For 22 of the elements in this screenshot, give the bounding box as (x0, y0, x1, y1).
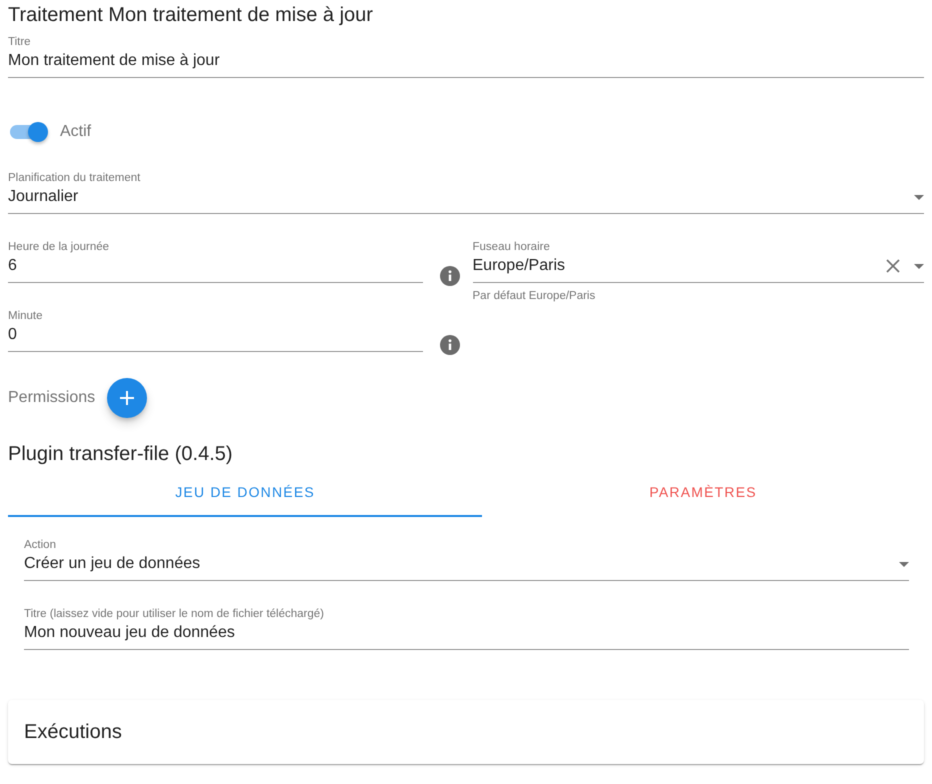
text-field[interactable]: Titre Mon traitement de mise à jour (8, 35, 924, 78)
tab[interactable]: JEU DE DONNÉES (8, 469, 482, 517)
select-field[interactable]: Planification du traitement Journalier (8, 171, 924, 214)
dropdown-caret-icon[interactable] (914, 264, 924, 268)
info-icon[interactable] (440, 335, 460, 355)
dropdown-caret-icon[interactable] (914, 194, 924, 200)
text-field[interactable]: Minute 0 (8, 309, 422, 352)
info-icon[interactable] (440, 266, 460, 286)
permissions-label: Permissions (8, 389, 96, 407)
page-title: Traitement Mon traitement de mise à jour (8, 3, 374, 28)
text-field[interactable]: Heure de la journée 6 (8, 240, 422, 283)
switch-label: Actif (60, 123, 92, 141)
section-title: Plugin transfer-file (0.4.5) (8, 442, 234, 467)
add-button[interactable] (107, 378, 148, 418)
close-icon[interactable] (886, 259, 900, 273)
text-field[interactable]: Titre (laissez vide pour utiliser le nom de fichier téléchargé) Mon nouveau jeu de données (24, 607, 909, 650)
dropdown-caret-icon[interactable] (899, 562, 909, 566)
card-title: Exécutions (24, 720, 122, 744)
hint-text: Par défaut Europe/Paris (472, 289, 596, 304)
select-field[interactable]: Fuseau horaire Europe/Paris (472, 240, 924, 283)
select-field[interactable]: Action Créer un jeu de données (24, 538, 909, 581)
plus-icon (120, 391, 134, 405)
